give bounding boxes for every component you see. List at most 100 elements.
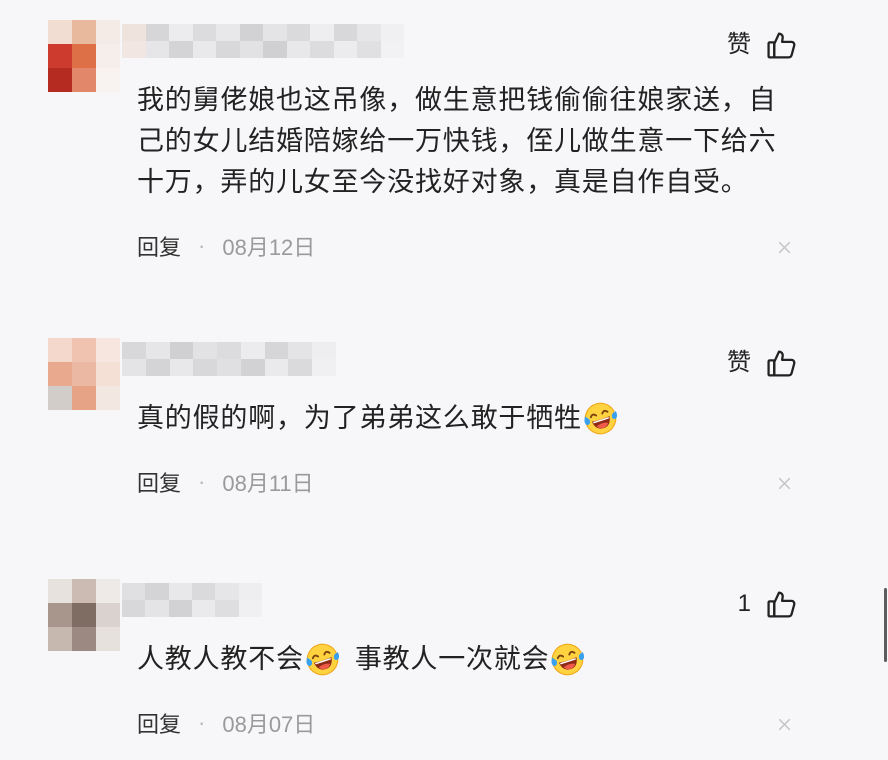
mosaic-cell [238,583,262,600]
comment-list-page: 赞 我的舅佬娘也这吊像，做生意把钱偷偷往娘家送，自 己的女儿结婚陪嫁给一万快钱，… [0,0,888,760]
mosaic-cell [217,342,241,359]
mosaic-cell [72,362,96,386]
comment-text: 人教人教不会 [137,644,304,674]
mosaic-cell [122,41,146,58]
mosaic-cell [72,579,96,603]
mosaic-cell [169,41,193,58]
username-blurred[interactable] [122,342,336,376]
mosaic-cell [239,24,263,41]
comment-text-line: 人教人教不会 事教人一次就会 [137,639,817,680]
like-label: 赞 [727,349,751,376]
mosaic-cell [145,342,170,359]
mosaic-cell [264,342,289,359]
reply-button[interactable]: 回复 [137,230,181,262]
comment-text-line: 十万，弄的儿女至今没找好对象，真是自作自受。 [137,167,749,197]
mosaic-cell [193,359,218,376]
dismiss-button[interactable] [778,718,791,731]
close-icon[interactable] [778,477,791,490]
mosaic-cell [217,359,241,376]
username-blurred[interactable] [122,583,262,617]
mosaic-cell [96,44,120,68]
mosaic-cell [169,24,193,41]
mosaic-cell [216,41,240,58]
avatar[interactable] [48,338,120,410]
mosaic-cell [48,20,72,44]
mosaic-cell [48,603,72,627]
like-button[interactable]: 1 [738,588,797,620]
mosaic-cell [215,600,239,617]
mosaic-cell [288,342,313,359]
mosaic-cell [169,359,194,376]
mosaic-cell [215,583,239,600]
mosaic-cell [122,359,146,376]
mosaic-cell [72,44,96,68]
close-icon[interactable] [778,718,791,731]
comment-text: 事教人一次就会 [354,644,550,674]
mosaic-cell [310,41,334,58]
mosaic-cell [145,24,169,41]
mosaic-cell [122,583,146,600]
mosaic-cell [72,386,96,410]
dismiss-button[interactable] [778,477,791,490]
mosaic-cell [169,342,194,359]
laughing-crying-emoji-icon [549,641,586,678]
comment-text-line: 我的舅佬娘也这吊像，做生意把钱偷偷往娘家送，自 [137,85,777,115]
mosaic-cell [264,359,289,376]
separator-dot: · [198,233,206,258]
avatar[interactable] [48,579,120,651]
comment-text-line: 己的女儿结婚陪嫁给一万快钱，侄儿做生意一下给六 [137,126,777,156]
mosaic-cell [48,44,72,68]
mosaic-cell [310,24,334,41]
comment-date: 08月12日 [222,235,316,260]
mosaic-cell [96,20,120,44]
mosaic-cell [286,41,310,58]
mosaic-cell [48,627,72,651]
thumbs-up-icon[interactable] [766,348,797,379]
comment-body: 我的舅佬娘也这吊像，做生意把钱偷偷往娘家送，自 己的女儿结婚陪嫁给一万快钱，侄儿… [137,80,817,261]
comment-actions: 回复 · 08月12日 [137,231,817,261]
close-icon[interactable] [778,241,791,254]
like-button[interactable]: 赞 [727,347,797,379]
like-button[interactable]: 赞 [727,29,797,61]
mosaic-cell [48,386,72,410]
mosaic-cell [216,24,240,41]
reply-button[interactable]: 回复 [137,466,181,498]
mosaic-cell [122,342,146,359]
mosaic-cell [238,600,262,617]
laughing-crying-emoji-icon [304,641,341,678]
scrollbar-thumb[interactable] [884,588,887,662]
mosaic-cell [333,24,357,41]
mosaic-cell [192,41,216,58]
mosaic-cell [145,359,170,376]
mosaic-cell [72,68,96,92]
mosaic-cell [96,362,120,386]
mosaic-cell [96,603,120,627]
mosaic-cell [312,359,336,376]
thumbs-up-icon[interactable] [766,30,797,61]
like-count: 1 [737,590,751,617]
comment-text-line: 真的假的啊，为了弟弟这么敢于牺牲 [137,398,817,439]
mosaic-cell [192,583,216,600]
username-blurred[interactable] [122,24,404,58]
comment-date: 08月07日 [222,712,316,737]
comment-body: 人教人教不会 事教人一次就会 回复 · 08月07日 [137,639,817,738]
mosaic-cell [193,342,218,359]
mosaic-cell [96,68,120,92]
mosaic-cell [240,359,265,376]
mosaic-cell [168,583,192,600]
thumbs-up-icon[interactable] [766,589,797,620]
mosaic-cell [72,603,96,627]
dismiss-button[interactable] [778,241,791,254]
reply-button[interactable]: 回复 [137,707,181,739]
mosaic-cell [263,24,287,41]
laughing-crying-emoji-icon [582,400,619,437]
mosaic-cell [333,41,357,58]
mosaic-cell [72,20,96,44]
mosaic-cell [96,627,120,651]
mosaic-cell [96,579,120,603]
avatar[interactable] [48,20,120,92]
mosaic-cell [240,342,265,359]
comment-item: 赞 我的舅佬娘也这吊像，做生意把钱偷偷往娘家送，自 己的女儿结婚陪嫁给一万快钱，… [0,0,888,300]
mosaic-cell [72,627,96,651]
mosaic-cell [357,24,381,41]
